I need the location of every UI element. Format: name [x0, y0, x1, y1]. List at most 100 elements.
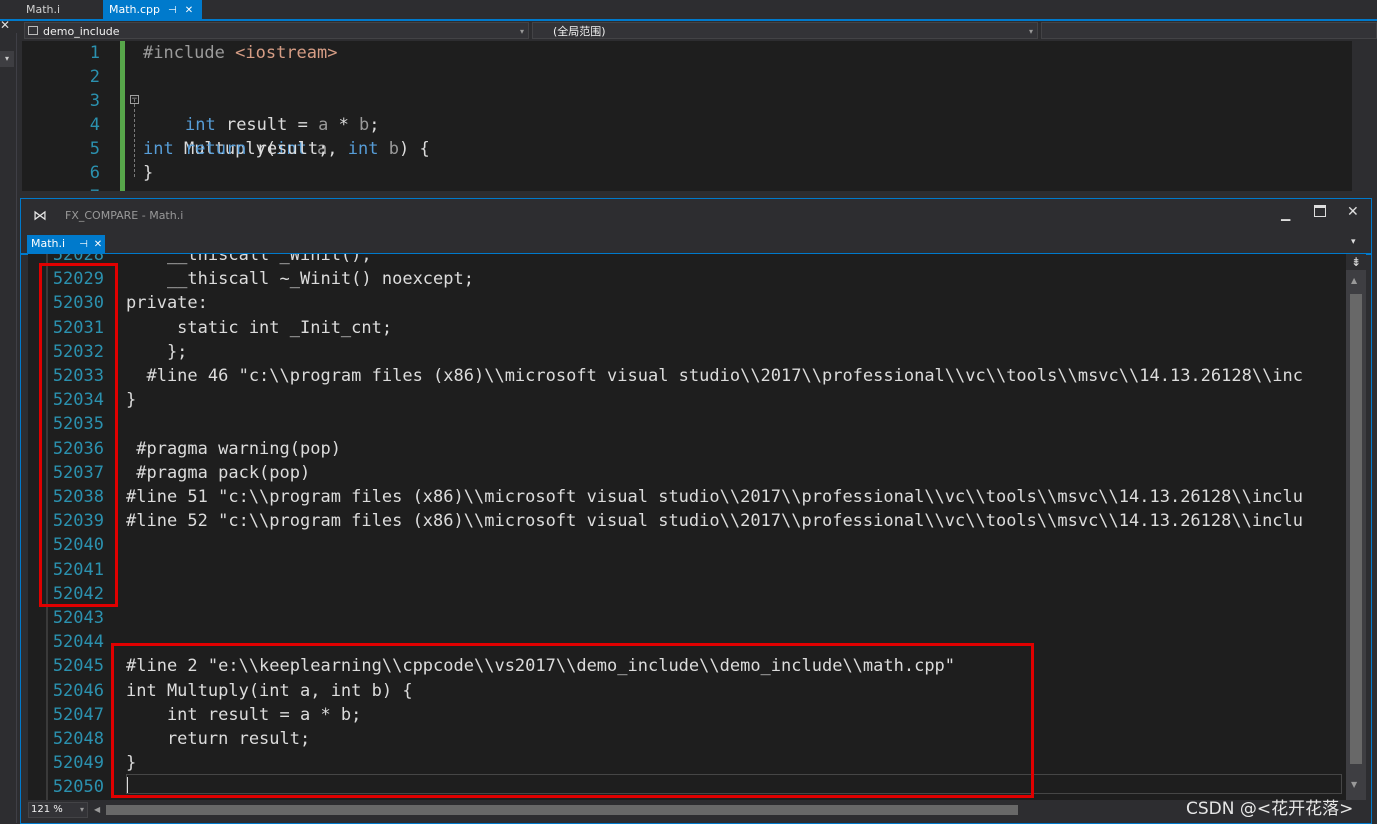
upper-code-editor[interactable]: 1 #include <iostream> 2 3 − int Multuply(…: [22, 41, 1377, 191]
code-line: 4 int result = a * b;: [22, 113, 1377, 137]
line-number: 52045: [52, 656, 104, 677]
zoom-dropdown[interactable]: 121 % ▾: [28, 802, 88, 818]
code-line: 52043: [28, 606, 1346, 630]
close-icon[interactable]: ✕: [1347, 204, 1359, 220]
project-icon: [28, 26, 38, 35]
scope-label: (全局范围): [553, 25, 606, 38]
horizontal-scroll-thumb[interactable]: [106, 805, 1018, 815]
dropdown-arrow-icon[interactable]: ▾: [0, 51, 14, 67]
tab-label: Math.cpp: [109, 3, 161, 16]
code-text: }: [126, 390, 137, 411]
line-number: 7: [22, 185, 100, 191]
line-number: 52046: [52, 680, 104, 701]
close-icon[interactable]: ✕: [94, 239, 102, 250]
code-token: a: [318, 115, 329, 135]
code-line: 2: [22, 65, 1377, 89]
line-number: 52048: [52, 729, 104, 749]
code-token: int: [185, 115, 216, 135]
code-token: return: [185, 139, 247, 159]
code-line: 52038 #line 51 "c:\\program files (x86)\\…: [28, 485, 1346, 509]
code-token: result;: [246, 139, 329, 159]
scope-dropdown[interactable]: (全局范围) ▾: [532, 22, 1038, 39]
tab-math-i[interactable]: Math.i: [20, 0, 66, 19]
scroll-down-icon[interactable]: ▼: [1351, 780, 1357, 789]
code-token: <iostream>: [235, 43, 338, 63]
code-token: ;: [369, 115, 380, 135]
visual-studio-icon: ⋈: [33, 208, 47, 224]
chevron-down-icon: ▾: [1028, 27, 1033, 36]
left-tool-panel: ✕ ▾: [0, 19, 22, 824]
code-line: 52029 __thiscall ~_Winit() noexcept;: [28, 267, 1346, 291]
vertical-scrollbar[interactable]: ⇟ ▲ ▼: [1346, 254, 1366, 800]
line-number: 4: [89, 115, 100, 135]
window-titlebar[interactable]: ⋈ FX_COMPARE - Math.i ▁ ✕: [21, 199, 1371, 233]
project-dropdown[interactable]: demo_include ▾: [24, 22, 529, 39]
code-line: 52032 };: [28, 340, 1346, 364]
line-number: 2: [89, 67, 100, 87]
zoom-level: 121 %: [31, 804, 63, 815]
line-number: 5: [89, 139, 100, 159]
split-icon[interactable]: ⇟: [1346, 254, 1366, 270]
code-text: #line 46 "c:\\program files (x86)\\micro…: [126, 366, 1304, 386]
code-line: 6}: [22, 161, 1377, 185]
code-line: 52040: [28, 533, 1346, 557]
line-number: 52044: [52, 632, 104, 653]
chevron-down-icon[interactable]: ▾: [1351, 237, 1356, 247]
close-icon[interactable]: ✕: [185, 5, 193, 16]
tab-math-cpp[interactable]: Math.cpp ⊣ ✕: [103, 0, 202, 19]
code-text: __thiscall ~_Winit() noexcept;: [126, 269, 474, 290]
code-line: 1 #include <iostream>: [22, 41, 1377, 65]
scroll-left-icon[interactable]: ◀: [94, 805, 100, 814]
code-line: 52035: [28, 412, 1346, 436]
code-line: 52030 private:: [28, 291, 1346, 315]
code-line: 52033 #line 46 "c:\\program files (x86)\…: [28, 364, 1346, 388]
code-token: result =: [215, 115, 319, 135]
code-token: *: [328, 115, 360, 135]
line-number: 6: [89, 163, 100, 183]
chevron-down-icon: ▾: [519, 27, 524, 36]
code-text: };: [126, 341, 188, 362]
scroll-up-icon[interactable]: ▲: [1351, 276, 1357, 285]
line-number-highlight-box: [39, 263, 118, 607]
code-line: 7: [22, 185, 1377, 191]
pin-icon[interactable]: ⊣: [168, 5, 177, 16]
code-line: 52037 #pragma pack(pop): [28, 461, 1346, 485]
scroll-thumb[interactable]: [1350, 294, 1362, 764]
code-text: __thiscall _Winit();: [126, 254, 372, 265]
navigation-bar: demo_include ▾ (全局范围) ▾: [22, 21, 1377, 41]
minimize-icon[interactable]: ▁: [1281, 207, 1295, 221]
code-line: 5 return result;: [22, 137, 1377, 161]
watermark: CSDN @<花开花落>: [1186, 799, 1354, 819]
line-number: 1: [89, 43, 100, 63]
code-text: #pragma warning(pop): [126, 438, 341, 459]
code-line: 52034}: [28, 388, 1346, 412]
code-token: #include: [143, 43, 225, 63]
code-text: #line 52 "c:\\program files (x86)\\micro…: [126, 511, 1304, 532]
code-text: #pragma pack(pop): [126, 462, 311, 483]
project-name: demo_include: [43, 25, 120, 38]
code-text: private:: [126, 293, 208, 314]
panel-divider: [16, 33, 17, 823]
code-line: 52041: [28, 558, 1346, 582]
code-line: 52028 __thiscall _Winit();: [28, 254, 1346, 267]
code-token: b: [359, 115, 370, 135]
maximize-icon[interactable]: [1314, 205, 1326, 217]
document-tab-strip: Math.i Math.cpp ⊣ ✕: [0, 0, 1377, 21]
pin-icon[interactable]: ⊣: [79, 239, 88, 250]
tab-label: Math.i: [31, 237, 66, 250]
window-title: FX_COMPARE - Math.i: [65, 209, 184, 222]
chevron-down-icon: ▾: [79, 805, 84, 814]
code-line: 52042: [28, 582, 1346, 606]
code-line: 3 − int Multuply(int a, int b) {: [22, 89, 1377, 159]
line-number: 3: [89, 91, 100, 111]
member-dropdown[interactable]: [1041, 22, 1377, 39]
line-number: 52049: [52, 753, 104, 774]
bottom-bar: 121 % ▾ ◀: [28, 800, 1366, 820]
upper-scrollbar[interactable]: [1352, 41, 1377, 191]
code-line: 52039 #line 52 "c:\\program files (x86)\\…: [28, 509, 1346, 533]
tab-math-i[interactable]: Math.i ⊣ ✕: [27, 235, 105, 253]
code-line: 52031 static int _Init_cnt;: [28, 316, 1346, 340]
code-line: 52036 #pragma warning(pop): [28, 437, 1346, 461]
line-number: 52050: [52, 777, 104, 798]
line-number: 52047: [52, 704, 104, 725]
